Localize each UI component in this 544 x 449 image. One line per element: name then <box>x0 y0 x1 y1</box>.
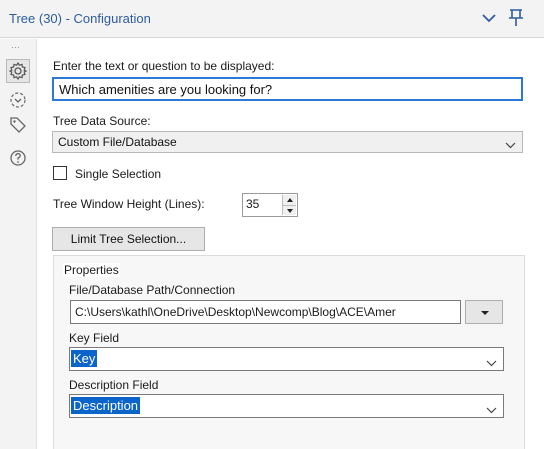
decrement-icon[interactable] <box>283 205 296 215</box>
path-dropdown-button[interactable] <box>465 300 503 324</box>
tree-data-source-label: Tree Data Source: <box>53 114 151 128</box>
help-icon[interactable] <box>9 149 27 167</box>
single-selection-label: Single Selection <box>75 167 162 181</box>
tree-data-source-value: Custom File/Database <box>58 135 177 149</box>
configuration-panel: Enter the text or question to be display… <box>37 39 544 449</box>
tree-data-source-select[interactable]: Custom File/Database <box>52 131 523 153</box>
limit-tree-selection-button[interactable]: Limit Tree Selection... <box>52 227 205 251</box>
description-field-value: Description <box>71 397 141 414</box>
connection-icon[interactable] <box>9 91 27 109</box>
sidebar: … <box>0 39 37 449</box>
tree-height-value: 35 <box>246 197 260 211</box>
tree-height-stepper[interactable]: 35 <box>242 193 298 217</box>
key-field-label: Key Field <box>69 331 120 345</box>
properties-title: Properties <box>63 263 120 277</box>
chevron-down-icon <box>486 403 497 414</box>
window-title: Tree (30) - Configuration <box>9 11 151 26</box>
chevron-down-icon <box>505 138 516 149</box>
question-label: Enter the text or question to be display… <box>53 59 275 73</box>
window-header: Tree (30) - Configuration <box>0 0 544 38</box>
description-field-label: Description Field <box>69 378 159 392</box>
path-label: File/Database Path/Connection <box>69 283 236 297</box>
pin-icon[interactable] <box>508 9 524 27</box>
increment-icon[interactable] <box>283 195 296 205</box>
key-field-select[interactable]: Key <box>69 347 504 371</box>
tree-height-label: Tree Window Height (Lines): <box>53 197 205 211</box>
more-icon[interactable]: … <box>11 40 21 50</box>
question-input[interactable]: Which amenities are you looking for? <box>52 77 523 101</box>
description-field-select[interactable]: Description <box>69 394 504 418</box>
tag-icon[interactable] <box>9 116 27 134</box>
single-selection-checkbox[interactable] <box>53 166 67 180</box>
gear-icon[interactable] <box>6 59 30 83</box>
key-field-value: Key <box>71 350 98 367</box>
chevron-down-icon[interactable] <box>482 12 496 24</box>
caret-down-icon <box>481 311 489 315</box>
path-input[interactable]: C:\Users\kathl\OneDrive\Desktop\Newcomp\… <box>70 300 461 324</box>
chevron-down-icon <box>486 356 497 367</box>
